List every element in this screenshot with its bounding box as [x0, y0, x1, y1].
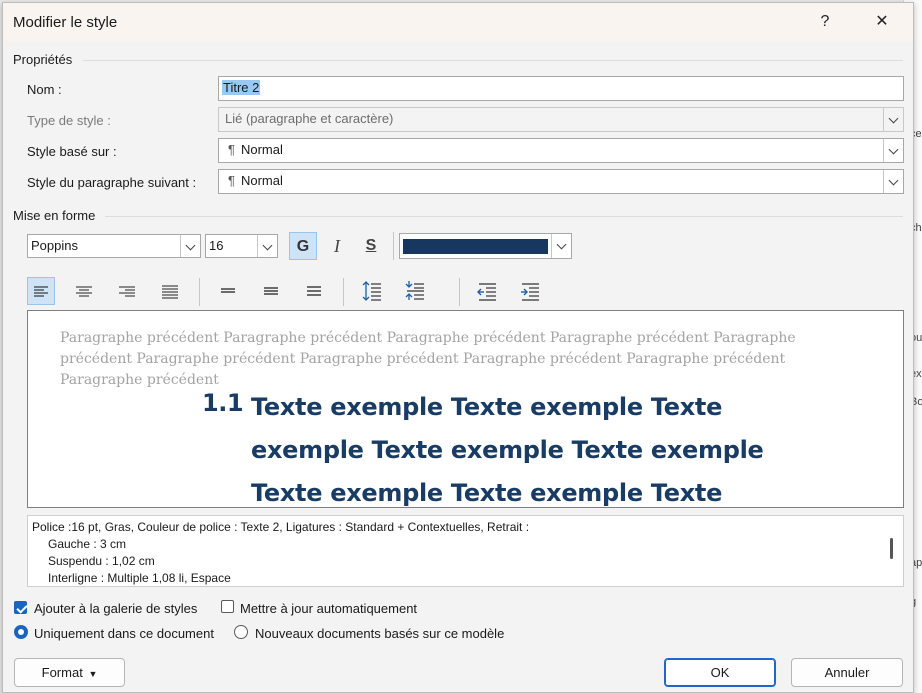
one-half-spacing-icon	[264, 287, 278, 295]
chevron-down-icon	[257, 235, 277, 257]
description-line: Suspendu : 1,02 cm	[48, 554, 155, 568]
increase-indent-icon	[521, 283, 539, 301]
increase-indent-button[interactable]	[516, 277, 544, 305]
font-value: Poppins	[31, 238, 78, 253]
increase-paragraph-spacing-button[interactable]	[358, 277, 386, 305]
format-button-label: Format	[41, 665, 83, 680]
toolbar-separator	[199, 278, 200, 306]
title-bar: Modifier le style ? ✕	[3, 3, 913, 41]
italic-button[interactable]: I	[323, 232, 351, 260]
style-preview: Paragraphe précédent Paragraphe précéden…	[27, 310, 904, 508]
double-spacing-icon	[307, 286, 321, 296]
align-left-button[interactable]	[27, 277, 55, 305]
help-button[interactable]: ?	[810, 9, 840, 35]
style-type-label: Type de style :	[27, 113, 111, 128]
formatting-section-label: Mise en forme	[13, 208, 96, 223]
auto-update-label: Mettre à jour automatiquement	[240, 601, 418, 616]
name-label: Nom :	[27, 82, 62, 97]
previous-paragraph-text: Paragraphe précédent Paragraphe précéden…	[60, 330, 796, 388]
single-spacing-button[interactable]	[214, 277, 242, 305]
font-size-value: 16	[209, 238, 224, 253]
close-button[interactable]: ✕	[867, 9, 897, 35]
chevron-down-icon	[883, 108, 903, 131]
description-line: Gauche : 3 cm	[48, 537, 127, 551]
add-to-gallery-label: Ajouter à la galerie de styles	[34, 601, 198, 616]
decrease-paragraph-spacing-button[interactable]	[401, 277, 429, 305]
chevron-down-icon	[883, 139, 903, 162]
section-divider	[105, 216, 903, 217]
align-left-icon	[34, 286, 48, 297]
single-spacing-icon	[221, 288, 235, 293]
justify-icon	[162, 285, 178, 299]
auto-update-checkbox[interactable]	[221, 600, 234, 613]
name-value: Titre 2	[222, 80, 261, 95]
next-style-value: Normal	[240, 173, 283, 188]
modify-style-dialog: Modifier le style ? ✕ Propriétés Nom : T…	[2, 2, 914, 693]
only-this-document-radio[interactable]	[14, 625, 28, 639]
ok-button[interactable]: OK	[664, 658, 776, 687]
heading-number: 1.1	[202, 389, 244, 417]
chevron-down-icon	[551, 234, 571, 258]
based-on-dropdown[interactable]: ¶ Normal	[218, 138, 904, 163]
new-documents-radio[interactable]	[234, 625, 248, 639]
align-center-icon	[76, 286, 92, 297]
new-documents-label: Nouveaux documents basés sur ce modèle	[255, 626, 505, 641]
align-right-button[interactable]	[113, 277, 141, 305]
chevron-down-icon	[883, 170, 903, 193]
decrease-indent-button[interactable]	[473, 277, 501, 305]
based-on-value: Normal	[240, 142, 283, 157]
paragraph-spacing-increase-icon	[362, 281, 381, 301]
align-center-button[interactable]	[70, 277, 98, 305]
description-scrollbar[interactable]	[890, 538, 893, 559]
pilcrow-icon: ¶	[228, 173, 235, 188]
dropdown-caret-icon: ▼	[88, 669, 98, 679]
dialog-title: Modifier le style	[13, 14, 118, 31]
font-dropdown[interactable]: Poppins	[27, 234, 201, 258]
style-description: Police :16 pt, Gras, Couleur de police :…	[27, 515, 904, 587]
double-spacing-button[interactable]	[300, 277, 328, 305]
next-style-label: Style du paragraphe suivant :	[27, 175, 197, 190]
description-line: Interligne : Multiple 1,08 li, Espace	[48, 571, 231, 585]
justify-button[interactable]	[156, 277, 184, 305]
one-half-spacing-button[interactable]	[257, 277, 285, 305]
font-size-dropdown[interactable]: 16	[205, 234, 278, 258]
properties-section-label: Propriétés	[13, 52, 73, 67]
format-button[interactable]: Format ▼	[14, 658, 125, 687]
heading-sample-text: Texte exemple Texte exemple Texte exempl…	[251, 393, 764, 507]
decrease-indent-icon	[477, 283, 496, 301]
bold-button[interactable]: G	[289, 232, 317, 260]
next-style-dropdown[interactable]: ¶ Normal	[218, 169, 904, 194]
cancel-button[interactable]: Annuler	[791, 658, 903, 687]
add-to-gallery-checkbox[interactable]	[14, 601, 27, 614]
align-right-icon	[119, 286, 135, 297]
toolbar-separator	[343, 278, 344, 306]
toolbar-separator	[393, 232, 394, 260]
style-type-value: Lié (paragraphe et caractère)	[225, 111, 394, 126]
pilcrow-icon: ¶	[228, 142, 235, 157]
paragraph-spacing-decrease-icon	[405, 281, 424, 300]
underline-button[interactable]: S	[357, 232, 385, 260]
section-divider	[83, 60, 903, 61]
description-line: Police :16 pt, Gras, Couleur de police :…	[32, 520, 530, 534]
style-type-dropdown[interactable]: Lié (paragraphe et caractère)	[218, 107, 904, 132]
chevron-down-icon	[180, 235, 200, 257]
font-color-swatch	[403, 239, 548, 254]
toolbar-separator	[459, 278, 460, 306]
font-color-dropdown[interactable]	[399, 233, 572, 259]
based-on-label: Style basé sur :	[27, 144, 117, 159]
only-this-document-label: Uniquement dans ce document	[34, 626, 214, 641]
name-input[interactable]: Titre 2	[218, 76, 904, 101]
